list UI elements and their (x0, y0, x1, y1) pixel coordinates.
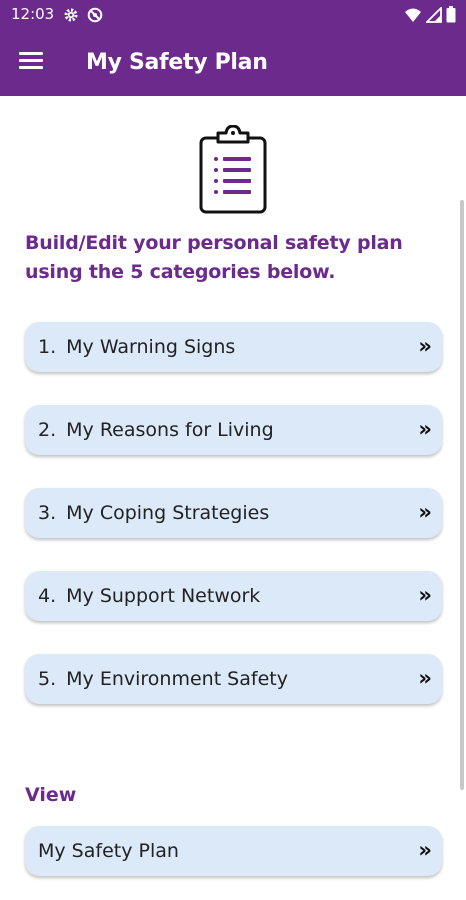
category-number: 2. (38, 419, 57, 441)
main-content: Build/Edit your personal safety plan usi… (0, 96, 466, 900)
app-title: My Safety Plan (86, 50, 268, 75)
app-bar: My Safety Plan (0, 30, 466, 96)
menu-button[interactable] (19, 49, 49, 77)
status-right-icons (404, 6, 456, 23)
status-time: 12:03 (11, 5, 55, 23)
scrollbar[interactable] (460, 200, 464, 790)
wifi-icon (405, 8, 421, 22)
view-button-label: My Safety Plan (38, 840, 179, 862)
category-number: 4. (38, 585, 57, 607)
chevron-right-icon: » (418, 666, 431, 690)
category-label: My Reasons for Living (66, 419, 274, 441)
chevron-right-icon: » (418, 334, 431, 358)
category-label: My Environment Safety (66, 668, 288, 690)
category-button-environment-safety[interactable]: 5. My Environment Safety » (25, 654, 442, 704)
category-button-support-network[interactable]: 4. My Support Network » (25, 571, 442, 621)
signal-icon (426, 6, 442, 23)
category-number: 5. (38, 668, 57, 690)
no-sync-icon (87, 7, 103, 23)
chevron-right-icon: » (418, 500, 431, 524)
view-safety-plan-button[interactable]: My Safety Plan » (25, 826, 442, 876)
chevron-right-icon: » (418, 838, 431, 862)
menu-icon-line (19, 66, 43, 69)
battery-icon (446, 6, 456, 23)
status-left-icons (63, 7, 103, 23)
category-button-reasons-for-living[interactable]: 2. My Reasons for Living » (25, 405, 442, 455)
category-button-warning-signs[interactable]: 1. My Warning Signs » (25, 322, 442, 372)
category-label: My Support Network (66, 585, 261, 607)
menu-icon-line (19, 52, 43, 55)
clipboard-icon (199, 125, 267, 214)
category-label: My Warning Signs (66, 336, 236, 358)
gear-icon (64, 8, 78, 22)
view-section-heading: View (25, 784, 77, 806)
chevron-right-icon: » (418, 583, 431, 607)
intro-text: Build/Edit your personal safety plan usi… (25, 232, 403, 283)
status-bar: 12:03 (0, 0, 466, 30)
chevron-right-icon: » (418, 417, 431, 441)
category-number: 3. (38, 502, 57, 524)
category-label: My Coping Strategies (66, 502, 270, 524)
category-number: 1. (38, 336, 57, 358)
category-button-coping-strategies[interactable]: 3. My Coping Strategies » (25, 488, 442, 538)
menu-icon-line (19, 59, 43, 62)
